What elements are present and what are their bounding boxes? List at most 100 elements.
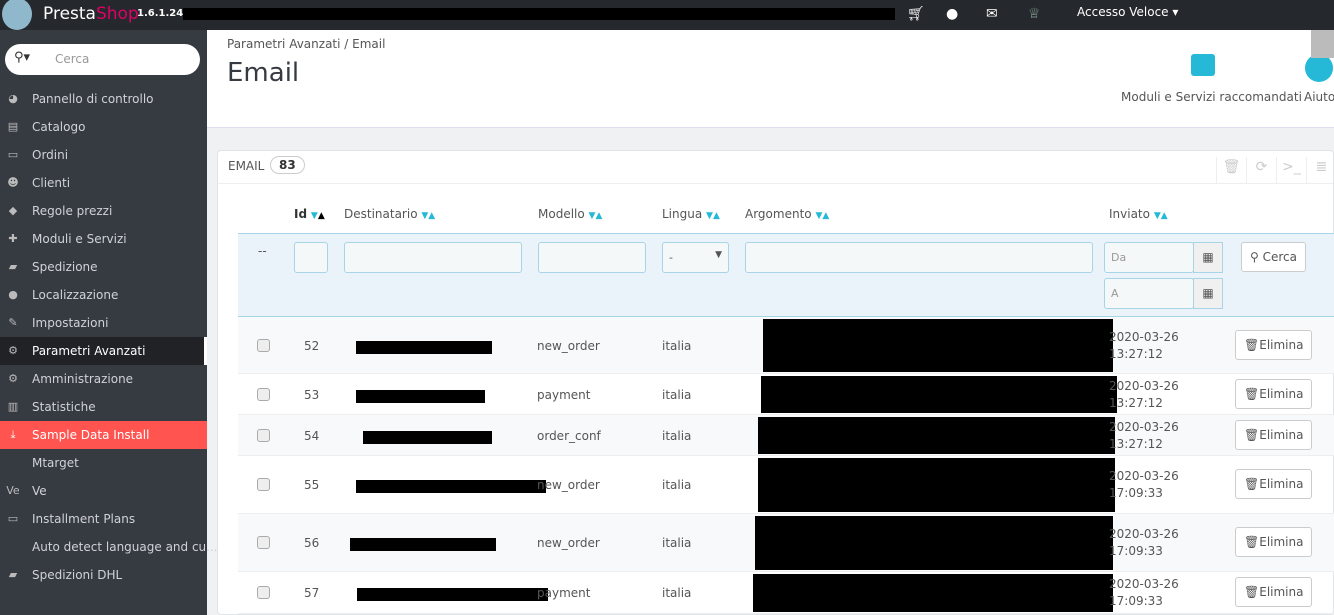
help-icon[interactable] xyxy=(1305,54,1333,82)
cog-icon: ⚙ xyxy=(8,372,18,385)
row-checkbox[interactable] xyxy=(257,536,270,549)
sidebar-item-auto-detect-language-and-cu[interactable]: Auto detect language and cu... xyxy=(0,533,218,561)
cell-sent-date: 2020-03-26 17:09:33 xyxy=(1109,577,1179,608)
cogs-icon: ⚙ xyxy=(8,344,18,357)
avatar[interactable] xyxy=(1311,30,1334,58)
sidebar-item-label: Statistiche xyxy=(32,400,96,414)
sidebar-item-label: Catalogo xyxy=(32,120,86,134)
search-icon: ⚲ xyxy=(1250,250,1263,264)
row-checkbox[interactable] xyxy=(257,478,270,491)
delete-button[interactable]: 🗑︎Elimina xyxy=(1235,527,1313,557)
cell-model: new_order xyxy=(537,478,600,492)
col-inviato[interactable]: Inviato ▼▲ xyxy=(1109,207,1168,221)
sidebar-item-catalogo[interactable]: ▤ Catalogo xyxy=(0,113,207,141)
breadcrumb[interactable]: Parametri Avanzati / Email xyxy=(227,37,385,51)
count-badge: 83 xyxy=(270,156,305,174)
col-modello[interactable]: Modello ▼▲ xyxy=(538,207,602,221)
prestashop-logo[interactable] xyxy=(2,0,32,30)
filter-lingua-select[interactable]: - ▼ xyxy=(662,242,729,273)
table-row[interactable]: 54 order_conf italia 2020-03-26 13:27:12 … xyxy=(238,415,1334,456)
col-id[interactable]: Id ▼▲ xyxy=(294,207,325,221)
filter-dash: -- xyxy=(258,244,267,258)
puzzle-icon[interactable] xyxy=(1191,54,1215,76)
col-destinatario[interactable]: Destinatario ▼▲ xyxy=(344,207,435,221)
redacted-subject xyxy=(763,319,1113,372)
sidebar-item-clienti[interactable]: ☻ Clienti xyxy=(0,169,207,197)
row-checkbox[interactable] xyxy=(257,387,270,401)
filter-date-from[interactable]: Da xyxy=(1104,242,1194,273)
redacted-recipient xyxy=(356,389,485,403)
table-row[interactable]: 57 payment italia 2020-03-26 17:09:33 🗑︎E… xyxy=(238,572,1334,614)
user-icon[interactable]: ● xyxy=(946,6,958,22)
sidebar-item-ve[interactable]: Ve Ve xyxy=(0,477,207,505)
table-row[interactable]: 53 payment italia 2020-03-26 13:27:12 🗑︎E… xyxy=(238,374,1334,415)
sidebar-item-label: Mtarget xyxy=(32,456,79,470)
help-button[interactable]: Aiuto xyxy=(1304,90,1334,104)
panel-title: EMAIL xyxy=(228,159,265,173)
cell-language: italia xyxy=(662,338,692,353)
trash-icon: 🗑︎ xyxy=(1244,535,1260,549)
filter-argomento-input[interactable] xyxy=(745,242,1093,273)
sidebar-item-impostazioni[interactable]: ✎ Impostazioni xyxy=(0,309,207,337)
trophy-icon[interactable]: ♕ xyxy=(1028,6,1041,22)
cell-model: payment xyxy=(537,586,591,600)
sidebar-item-label: Parametri Avanzati xyxy=(32,344,146,358)
search-icon[interactable]: ⚲▾ xyxy=(14,50,30,65)
cell-model: new_order xyxy=(537,338,600,353)
filter-date-to[interactable]: A xyxy=(1104,278,1194,309)
envelope-icon[interactable]: ✉ xyxy=(986,6,998,22)
terminal-icon[interactable]: >_ xyxy=(1276,157,1306,183)
row-checkbox[interactable] xyxy=(257,338,270,352)
calendar-icon[interactable]: ▦ xyxy=(1193,278,1223,309)
sidebar-item-mtarget[interactable]: Mtarget xyxy=(0,449,207,477)
cart-icon[interactable]: 🛒︎ xyxy=(907,6,925,22)
cell-model: payment xyxy=(537,387,591,402)
redacted-recipient xyxy=(357,588,548,601)
redacted-subject xyxy=(758,417,1115,454)
row-checkbox[interactable] xyxy=(257,586,270,599)
table-row[interactable]: 55 new_order italia 2020-03-26 17:09:33 🗑… xyxy=(238,456,1334,514)
redacted-subject xyxy=(758,458,1115,512)
sidebar-item-installment-plans[interactable]: ▭ Installment Plans xyxy=(0,505,207,533)
sidebar-item-pannello-di-controllo[interactable]: ◕ Pannello di controllo xyxy=(0,85,207,113)
quick-access-menu[interactable]: Accesso Veloce ▾ xyxy=(1077,5,1178,19)
database-icon[interactable]: ≣ xyxy=(1306,157,1334,183)
row-checkbox[interactable] xyxy=(257,428,270,442)
sidebar-item-moduli-e-servizi[interactable]: ✚ Moduli e Servizi xyxy=(0,225,207,253)
sidebar-item-ordini[interactable]: ▭ Ordini xyxy=(0,141,207,169)
trash-icon[interactable]: 🗑︎ xyxy=(1216,157,1246,183)
delete-button[interactable]: 🗑︎Elimina xyxy=(1235,419,1313,450)
sidebar-item-localizzazione[interactable]: ● Localizzazione xyxy=(0,281,207,309)
sidebar-item-parametri-avanzati[interactable]: ⚙ Parametri Avanzati xyxy=(0,337,207,365)
col-lingua[interactable]: Lingua ▼▲ xyxy=(662,207,720,221)
table-row[interactable]: 52 new_order italia 2020-03-26 13:27:12 🗑… xyxy=(238,317,1334,374)
calendar-icon[interactable]: ▦ xyxy=(1193,242,1223,273)
filter-modello-input[interactable] xyxy=(538,242,646,273)
cell-sent-date: 2020-03-26 17:09:33 xyxy=(1109,469,1179,500)
sidebar-item-sample-data-install[interactable]: ⤓ Sample Data Install xyxy=(0,421,207,449)
page-title: Email xyxy=(227,58,300,88)
recommended-modules-button[interactable]: Moduli e Servizi raccomandati xyxy=(1121,90,1302,104)
delete-button[interactable]: 🗑︎Elimina xyxy=(1235,329,1313,360)
version: 1.6.1.24 xyxy=(137,8,184,19)
trash-icon: 🗑︎ xyxy=(1244,427,1260,442)
sidebar-item-spedizioni-dhl[interactable]: ▰ Spedizioni DHL xyxy=(0,561,207,589)
cell-sent-date: 2020-03-26 17:09:33 xyxy=(1109,527,1179,558)
search-box[interactable]: ⚲▾ Cerca xyxy=(5,44,200,75)
search-button[interactable]: ⚲ Cerca xyxy=(1241,242,1306,272)
delete-button[interactable]: 🗑︎Elimina xyxy=(1235,469,1313,499)
wrench-icon: ✎ xyxy=(8,316,18,329)
ve-icon: Ve xyxy=(6,484,20,497)
col-argomento[interactable]: Argomento ▼▲ xyxy=(745,207,829,221)
search-input[interactable]: Cerca xyxy=(55,52,89,66)
delete-button[interactable]: 🗑︎Elimina xyxy=(1235,378,1313,409)
sidebar-item-regole-prezzi[interactable]: ◆ Regole prezzi xyxy=(0,197,207,225)
delete-button[interactable]: 🗑︎Elimina xyxy=(1235,577,1313,607)
filter-id-input[interactable] xyxy=(294,242,328,273)
filter-destinatario-input[interactable] xyxy=(344,242,522,273)
sidebar-item-spedizione[interactable]: ▰ Spedizione xyxy=(0,253,207,281)
table-row[interactable]: 56 new_order italia 2020-03-26 17:09:33 🗑… xyxy=(238,514,1334,572)
refresh-icon[interactable]: ⟳ xyxy=(1246,157,1276,183)
sidebar-item-amministrazione[interactable]: ⚙ Amministrazione xyxy=(0,365,207,393)
sidebar-item-statistiche[interactable]: ▥ Statistiche xyxy=(0,393,207,421)
